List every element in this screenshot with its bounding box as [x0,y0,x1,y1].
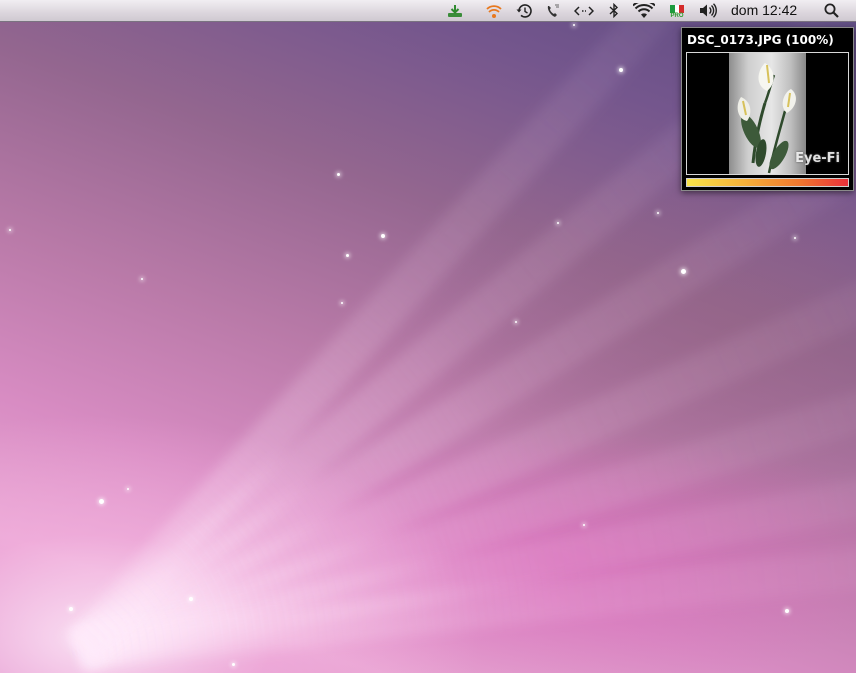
star [657,212,659,214]
preview-filename: DSC_0173.JPG (100%) [687,33,834,47]
star [337,173,340,176]
star [69,607,73,611]
broadcast-icon[interactable] [485,0,503,21]
time-machine-icon[interactable] [514,0,534,21]
phone-icon[interactable] [543,0,563,21]
code-arrows-icon[interactable] [573,0,595,21]
menu-clock[interactable]: dom 12:42 [731,0,797,21]
star [141,278,143,280]
star [557,222,559,224]
star [127,488,129,490]
star [99,499,104,504]
star [341,302,343,304]
photo-thumbnail: Eye-Fi [686,52,849,175]
star [381,234,385,238]
star [9,229,11,231]
star [232,663,235,666]
star [785,609,789,613]
italian-flag-icon [670,4,685,13]
spotlight-icon[interactable] [821,0,841,21]
menu-bar: PRO dom 12:42 [0,0,856,22]
input-source-item[interactable]: PRO [666,0,688,21]
star [515,321,517,323]
wifi-icon[interactable] [632,0,656,21]
volume-icon[interactable] [697,0,719,21]
star [619,68,623,72]
transfer-progress-bar [686,178,849,187]
eye-fi-watermark: Eye-Fi [795,151,840,166]
bluetooth-icon[interactable] [606,0,622,21]
star [583,524,585,526]
star [189,597,193,601]
star [573,24,575,26]
input-source-badge: PRO [670,12,684,19]
photo-transfer-preview: DSC_0173.JPG (100%) Eye-Fi [681,27,854,191]
transfer-progress-fill [687,179,848,186]
star [681,269,686,274]
download-icon[interactable] [445,0,465,21]
star [346,254,349,257]
star [794,237,796,239]
